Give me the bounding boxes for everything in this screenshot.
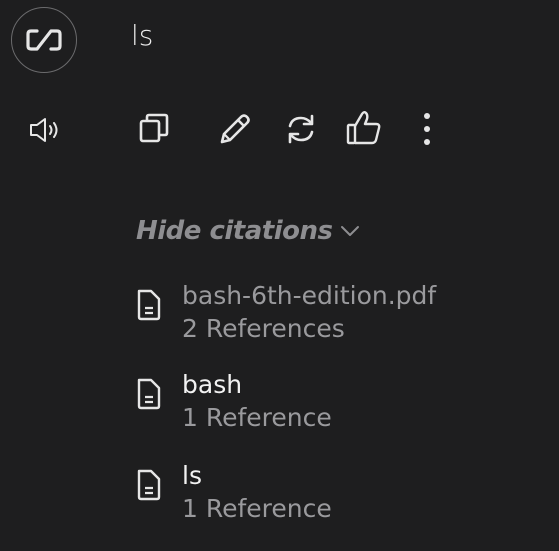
- read-aloud-button[interactable]: [26, 110, 66, 150]
- citation-references: 1 Reference: [182, 494, 332, 523]
- logo-icon: [26, 29, 62, 51]
- citation-title: bash: [182, 370, 243, 399]
- thumbs-up-icon: [346, 111, 381, 145]
- citation-title: bash-6th-edition.pdf: [182, 281, 437, 310]
- document-icon: [137, 378, 161, 410]
- copy-icon: [139, 113, 169, 143]
- pencil-icon: [220, 114, 250, 144]
- citation-title: ls: [182, 461, 202, 490]
- citation-item[interactable]: bash-6th-edition.pdf 2 References: [134, 280, 436, 346]
- hide-citations-label: Hide citations: [136, 216, 333, 246]
- document-icon: [137, 289, 161, 321]
- chat-message: ls Hide citations bash-6th-edition.pdf 2…: [0, 0, 559, 551]
- avatar: [11, 7, 77, 73]
- citation-item[interactable]: bash 1 Reference: [134, 369, 332, 435]
- message-text: ls: [131, 19, 154, 52]
- more-vertical-icon: [424, 113, 430, 145]
- regenerate-button[interactable]: [280, 108, 322, 150]
- citation-references: 1 Reference: [182, 403, 332, 432]
- chevron-down-icon: [341, 226, 360, 236]
- citation-item[interactable]: ls 1 Reference: [134, 460, 332, 526]
- document-icon: [137, 469, 161, 501]
- hide-citations-toggle[interactable]: Hide citations: [136, 216, 360, 246]
- citation-references: 2 References: [182, 314, 345, 343]
- more-options-button[interactable]: [412, 108, 442, 150]
- refresh-icon: [288, 114, 314, 144]
- speaker-icon: [30, 118, 58, 142]
- copy-button[interactable]: [134, 108, 174, 148]
- edit-button[interactable]: [214, 108, 256, 150]
- like-button[interactable]: [342, 106, 386, 150]
